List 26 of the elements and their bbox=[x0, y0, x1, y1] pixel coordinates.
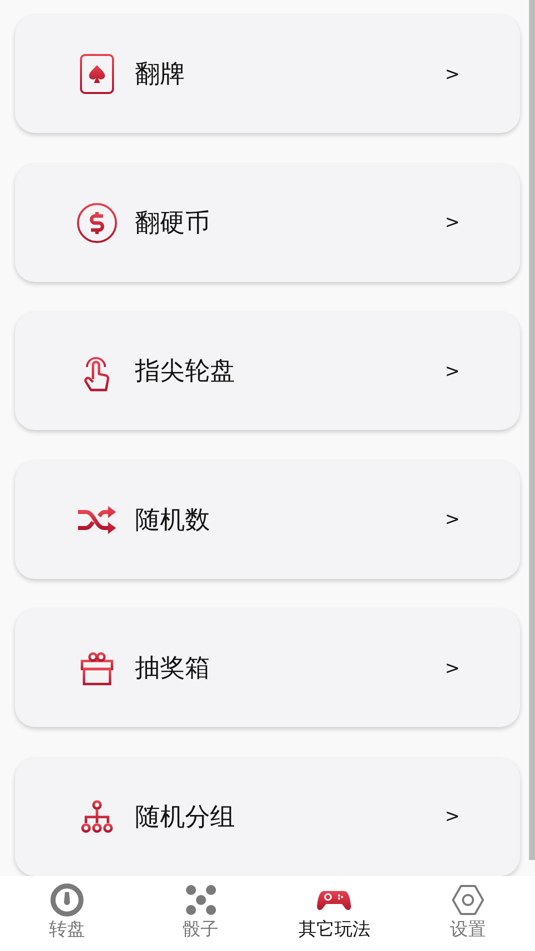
nav-tab[interactable]: 其它玩法 bbox=[268, 876, 402, 951]
menu-label: 翻硬币 bbox=[135, 206, 211, 239]
chevron-icon: > bbox=[444, 803, 460, 830]
settings-icon bbox=[450, 882, 486, 918]
scrollbar[interactable] bbox=[529, 0, 535, 860]
menu-label: 翻牌 bbox=[135, 58, 186, 90]
nav-tab[interactable]: 设置 bbox=[401, 876, 535, 951]
menu-card[interactable]: 指尖轮盘 > bbox=[15, 312, 520, 430]
menu-card[interactable]: 随机数 > bbox=[15, 460, 520, 578]
menu-label: 抽奖箱 bbox=[135, 652, 211, 684]
menu-card[interactable]: 抽奖箱 > bbox=[15, 609, 520, 727]
menu-label: 指尖轮盘 bbox=[135, 355, 236, 388]
nav-tab[interactable]: 转盘 bbox=[0, 876, 134, 951]
chevron-icon: > bbox=[444, 506, 460, 533]
chevron-icon: > bbox=[444, 209, 460, 236]
chevron-icon: > bbox=[444, 358, 460, 384]
chevron-icon: > bbox=[444, 654, 460, 682]
menu-card[interactable]: 随机分组 > bbox=[15, 758, 520, 876]
dollar-coin-icon bbox=[75, 200, 119, 244]
menu-card[interactable]: 翻硬币 > bbox=[15, 164, 520, 282]
wheel-icon bbox=[48, 882, 85, 918]
menu-card[interactable]: 翻牌 > bbox=[15, 15, 520, 133]
chevron-icon: > bbox=[444, 60, 460, 88]
menu-label: 随机数 bbox=[135, 504, 211, 536]
menu-label: 随机分组 bbox=[135, 800, 236, 833]
nav-tab[interactable]: 骰子 bbox=[134, 876, 268, 951]
